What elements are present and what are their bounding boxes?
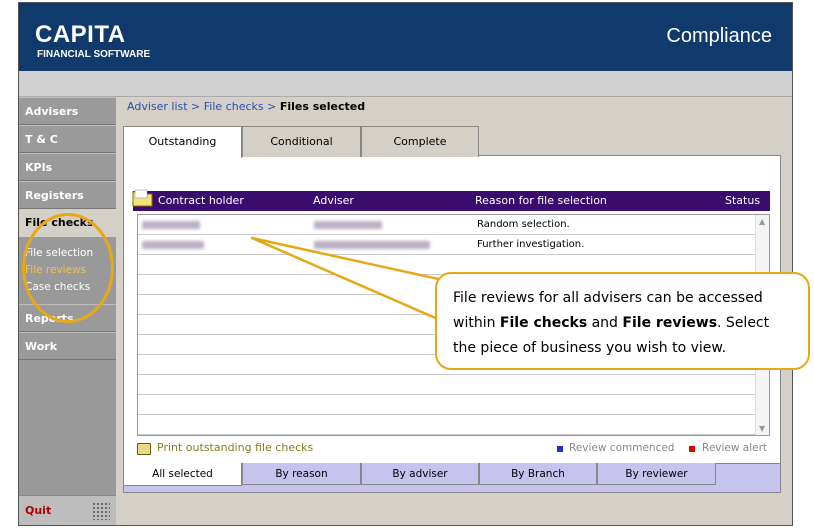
tab-conditional[interactable]: Conditional — [242, 126, 361, 157]
grip-icon — [92, 502, 110, 520]
sidebar-item-file-checks[interactable]: File checks — [19, 209, 116, 237]
header-stripe — [19, 71, 792, 97]
tab-by-reason[interactable]: By reason — [242, 463, 361, 485]
col-reason[interactable]: Reason for file selection — [475, 191, 607, 211]
file-checks-submenu: File selection File reviews Case checks — [19, 237, 116, 304]
breadcrumb-current: Files selected — [279, 100, 366, 113]
capita-logo: CAPITA — [35, 21, 126, 48]
row-reason: Random selection. — [477, 219, 570, 230]
callout-box: File reviews for all advisers can be acc… — [435, 272, 810, 370]
redacted-contract-holder — [142, 241, 204, 249]
quit-button[interactable]: Quit — [25, 504, 51, 517]
breadcrumb-separator: > — [187, 100, 204, 113]
table-row[interactable]: Random selection. — [138, 215, 758, 235]
table-row[interactable]: Further investigation. — [138, 235, 758, 255]
tab-outstanding[interactable]: Outstanding — [123, 126, 242, 158]
tab-complete[interactable]: Complete — [361, 126, 479, 157]
breadcrumb-adviser-list[interactable]: Adviser list — [127, 100, 188, 113]
col-adviser[interactable]: Adviser — [313, 191, 354, 211]
sidebar-item-tc[interactable]: T & C — [19, 125, 116, 153]
redacted-adviser — [314, 221, 382, 229]
sidebar-item-kpis[interactable]: KPIs — [19, 153, 116, 181]
scroll-down-icon[interactable]: ▼ — [759, 424, 765, 433]
breadcrumb-file-checks[interactable]: File checks — [204, 100, 264, 113]
print-outstanding-link[interactable]: Print outstanding file checks — [157, 441, 313, 454]
app-title: Compliance — [666, 25, 772, 47]
callout-text-2: and — [587, 315, 623, 331]
sidebar-item-reports[interactable]: Reports — [19, 304, 116, 332]
subnav-case-checks[interactable]: Case checks — [25, 279, 116, 296]
subnav-file-selection[interactable]: File selection — [25, 245, 116, 262]
tab-all-selected[interactable]: All selected — [123, 463, 242, 486]
table-row — [138, 375, 758, 395]
callout-bold-file-reviews: File reviews — [622, 315, 718, 331]
logo-subtitle: FINANCIAL SOFTWARE — [37, 49, 151, 60]
sidebar: Advisers T & C KPIs Registers File check… — [19, 97, 116, 525]
tab-by-reviewer[interactable]: By reviewer — [597, 463, 716, 485]
sidebar-item-advisers[interactable]: Advisers — [19, 97, 116, 125]
sidebar-item-registers[interactable]: Registers — [19, 181, 116, 209]
table-row — [138, 415, 758, 435]
sidebar-item-work[interactable]: Work — [19, 332, 116, 360]
table-header: Contract holder Adviser Reason for file … — [133, 191, 770, 211]
redacted-adviser — [314, 241, 430, 249]
tab-by-adviser[interactable]: By adviser — [361, 463, 479, 485]
row-reason: Further investigation. — [477, 239, 585, 250]
col-contract-holder[interactable]: Contract holder — [158, 191, 244, 211]
legend-review-commenced: Review commenced — [569, 442, 675, 454]
callout-bold-file-checks: File checks — [499, 315, 588, 331]
breadcrumb: Adviser list > File checks > Files selec… — [127, 100, 365, 113]
redacted-contract-holder — [142, 221, 200, 229]
breadcrumb-separator: > — [263, 100, 280, 113]
scroll-up-icon[interactable]: ▲ — [759, 217, 765, 226]
legend-review-alert: Review alert — [702, 442, 768, 454]
app-header: CAPITA FINANCIAL SOFTWARE Compliance — [19, 3, 792, 71]
folder-icon — [132, 189, 153, 207]
subnav-file-reviews[interactable]: File reviews — [25, 262, 116, 279]
printer-icon[interactable] — [137, 443, 151, 455]
col-status[interactable]: Status — [725, 191, 760, 211]
table-row — [138, 395, 758, 415]
quit-area: Quit — [19, 495, 116, 525]
review-commenced-swatch — [557, 446, 563, 452]
tab-by-branch[interactable]: By Branch — [479, 463, 597, 485]
review-alert-swatch — [689, 446, 695, 452]
